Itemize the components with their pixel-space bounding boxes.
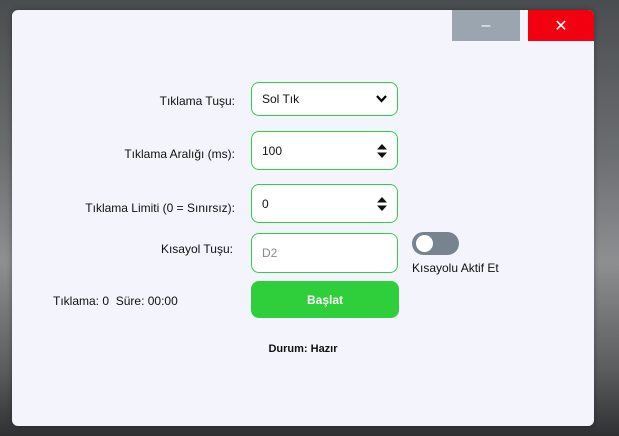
start-button-label: Başlat	[306, 292, 344, 307]
click-key-value: Sol Tık	[262, 92, 300, 106]
status-label: Durum:	[268, 343, 308, 355]
click-key-label: Tıklama Tuşu:	[159, 94, 235, 108]
app-window: – ✕ Tıklama Tuşu: Sol Tık Tıklama Aralığ…	[12, 10, 594, 426]
spinner-arrows-icon[interactable]	[377, 196, 387, 211]
hotkey-placeholder: D2	[262, 246, 278, 260]
spinner-arrows-icon[interactable]	[377, 143, 387, 158]
close-button[interactable]: ✕	[528, 10, 594, 41]
limit-input[interactable]: 0	[251, 184, 398, 223]
limit-label: Tıklama Limiti (0 = Sınırsız):	[85, 201, 235, 215]
time-label: Süre:	[115, 294, 145, 308]
start-button[interactable]: Başlat	[251, 281, 399, 318]
time-value: 00:00	[147, 294, 178, 308]
interval-value: 100	[262, 143, 283, 158]
status-line: Durum: Hazır	[12, 343, 594, 355]
clicks-label: Tıklama:	[53, 294, 100, 308]
minimize-icon: –	[481, 16, 491, 34]
clicks-value: 0	[102, 294, 110, 308]
click-stats: Tıklama: 0 Süre: 00:00	[53, 294, 178, 308]
close-icon: ✕	[554, 17, 568, 35]
minimize-button[interactable]: –	[452, 10, 520, 41]
hotkey-input[interactable]: D2	[251, 233, 398, 273]
interval-input[interactable]: 100	[251, 131, 398, 170]
hotkey-label: Kısayol Tuşu:	[160, 242, 233, 256]
toggle-knob	[416, 235, 433, 252]
status-value: Hazır	[310, 343, 338, 355]
hotkey-toggle[interactable]	[412, 232, 459, 255]
limit-value: 0	[262, 196, 269, 211]
chevron-down-icon	[376, 95, 387, 103]
click-key-select[interactable]: Sol Tık	[251, 82, 398, 116]
interval-label: Tıklama Aralığı (ms):	[124, 147, 235, 161]
hotkey-toggle-label: Kısayolu Aktif Et	[412, 261, 499, 275]
